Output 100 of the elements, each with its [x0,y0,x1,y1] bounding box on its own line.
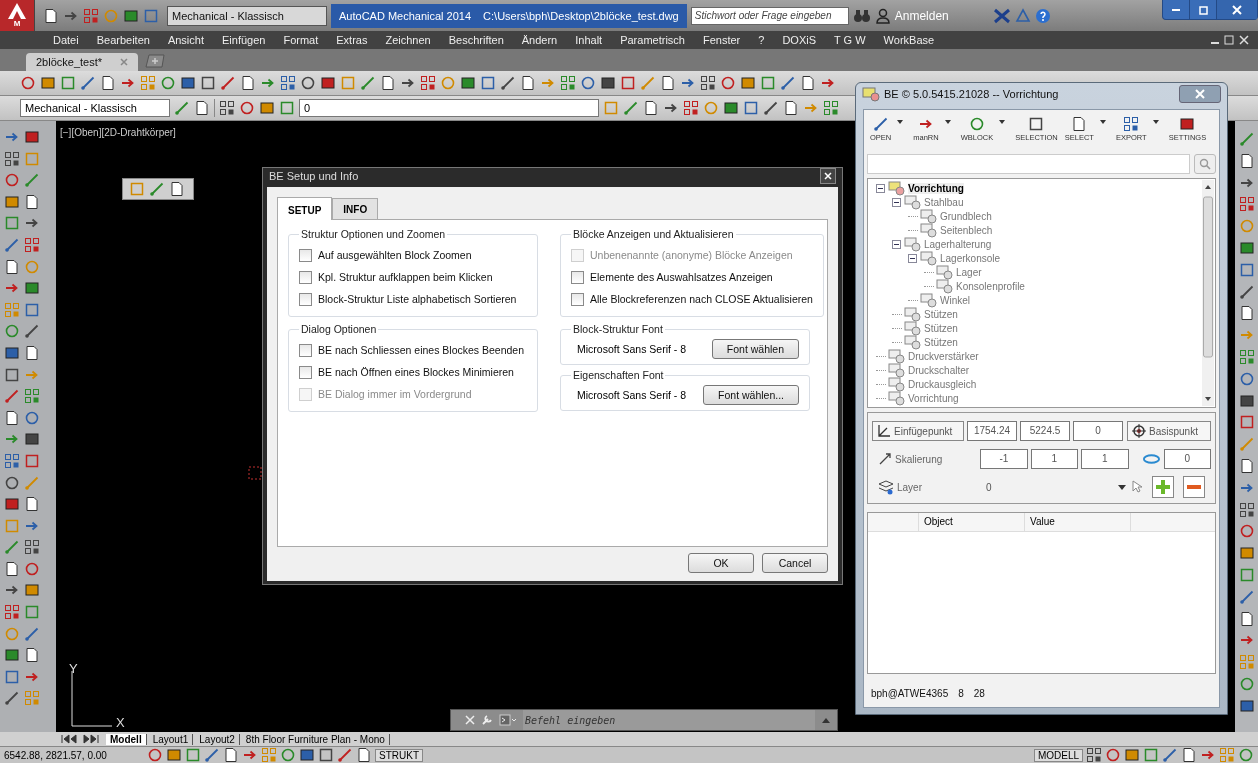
block-icon[interactable] [1238,697,1255,714]
collapse-toggle[interactable] [892,197,902,207]
block-icon[interactable] [24,431,40,448]
page-icon[interactable] [240,75,256,91]
viewport-label[interactable]: [−][Oben][2D-Drahtkörper] [60,127,176,138]
grid-icon[interactable] [1086,747,1102,763]
line-icon[interactable] [24,323,40,340]
tree-item[interactable]: Stahlbau [924,196,964,208]
line-icon[interactable] [872,116,889,132]
square-icon[interactable] [200,75,216,91]
rotation-field[interactable]: 0 [1163,449,1211,469]
block-icon[interactable] [24,280,40,297]
block-icon[interactable] [600,75,616,91]
block-icon[interactable] [740,75,756,91]
grid-icon[interactable] [1238,196,1255,213]
coordinate-field[interactable]: 0 [1073,421,1123,441]
line-icon[interactable] [220,75,236,91]
tree-item[interactable]: Winkel [940,294,970,306]
tree-item[interactable]: Druckschalter [908,364,970,376]
line-icon[interactable] [337,747,353,763]
scale-field[interactable]: 1 [1081,449,1129,469]
menu-item[interactable]: Beschriften [439,34,513,46]
circle-icon[interactable] [300,75,316,91]
tree-item[interactable]: Stützen [924,308,958,320]
square-icon[interactable] [318,747,334,763]
line-icon[interactable] [204,747,220,763]
page-icon[interactable] [194,100,210,116]
page-icon[interactable] [24,344,40,361]
choose-font-button[interactable]: Font wählen... [703,385,799,405]
page-icon[interactable] [643,100,659,116]
square-icon[interactable] [4,366,20,383]
page-icon[interactable] [24,496,40,513]
page-icon[interactable] [4,409,20,426]
caret-icon[interactable] [1118,484,1126,490]
page-icon[interactable] [660,75,676,91]
menu-item[interactable]: Inhalt [566,34,612,46]
tree-item[interactable]: Grundblech [940,210,992,222]
scrollbar[interactable] [1202,180,1214,406]
tree-item[interactable]: Konsolenprofile [956,280,1025,292]
grid-icon[interactable] [683,100,699,116]
square-icon[interactable] [480,75,496,91]
help-icon[interactable] [1034,7,1051,24]
checkbox[interactable] [299,248,312,262]
circle-icon[interactable] [20,75,36,91]
square-icon[interactable] [620,75,636,91]
base-point-button[interactable]: Basispunkt [1127,421,1211,441]
new-tab-icon[interactable] [144,54,167,68]
line-icon[interactable] [500,75,516,91]
menu-item[interactable]: T G W [825,34,875,46]
page-icon[interactable] [1238,457,1255,474]
circle-icon[interactable] [4,474,20,491]
checkbox[interactable] [571,292,584,306]
workspace-dropdown[interactable]: Mechanical - Klassisch [167,5,327,26]
circle-icon[interactable] [160,75,176,91]
layer-dropdown[interactable]: 0 [986,481,1128,493]
checkbox[interactable] [571,270,584,284]
checkbox[interactable] [299,292,312,306]
circle-icon[interactable] [239,100,255,116]
line-icon[interactable] [780,75,796,91]
grid-icon[interactable] [1238,501,1255,518]
checkbox[interactable] [299,365,312,379]
insert-point-button[interactable]: Einfügepunkt [872,421,964,441]
collapse-toggle[interactable] [892,239,902,249]
circle-icon[interactable] [968,116,985,132]
block-icon[interactable] [24,129,40,145]
tree-item[interactable]: Vorrichtung [908,392,959,404]
grid-icon[interactable] [280,75,296,91]
layout-tab[interactable]: Modell [106,733,147,745]
circle-icon[interactable] [1238,523,1255,540]
tree-item[interactable]: Seitenblech [940,224,993,236]
layout-tab[interactable]: Layout2 [195,733,240,745]
tree-item[interactable]: Stützen [924,322,958,334]
scale-field[interactable]: 1 [1030,449,1079,469]
page-icon[interactable] [24,193,40,210]
checkbox[interactable] [299,270,312,284]
menu-item[interactable]: Datei [44,34,88,46]
grid-icon[interactable] [420,75,436,91]
block-icon[interactable] [4,496,20,513]
workspace-dropdown[interactable]: Mechanical - Klassisch [20,99,170,117]
column-header[interactable]: Object [919,513,1025,531]
collapse-toggle[interactable] [908,253,918,263]
coordinate-field[interactable]: 5224.5 [1020,421,1070,441]
search-field[interactable]: Stichwort oder Frage eingeben [690,6,849,25]
layout-tab[interactable]: 8th Floor Furniture Plan - Mono [241,733,390,745]
block-icon[interactable] [180,75,196,91]
tree-item[interactable]: Druckausgleich [908,378,977,390]
tree-item[interactable]: Lager [956,266,982,278]
square-icon[interactable] [1028,116,1045,132]
menu-item[interactable]: Ansicht [158,34,213,46]
line-icon[interactable] [763,100,779,116]
block-icon[interactable] [4,647,20,664]
page-icon[interactable] [1071,116,1088,132]
dialog-tab[interactable]: INFO [332,198,379,219]
line-icon[interactable] [24,625,40,642]
tree-item[interactable]: Druckverstärker [908,350,979,362]
page-icon[interactable] [169,181,185,197]
grid-icon[interactable] [24,539,40,556]
block-icon[interactable] [723,100,739,116]
menu-item[interactable]: DOXiS [773,34,825,46]
circle-icon[interactable] [1105,747,1121,763]
